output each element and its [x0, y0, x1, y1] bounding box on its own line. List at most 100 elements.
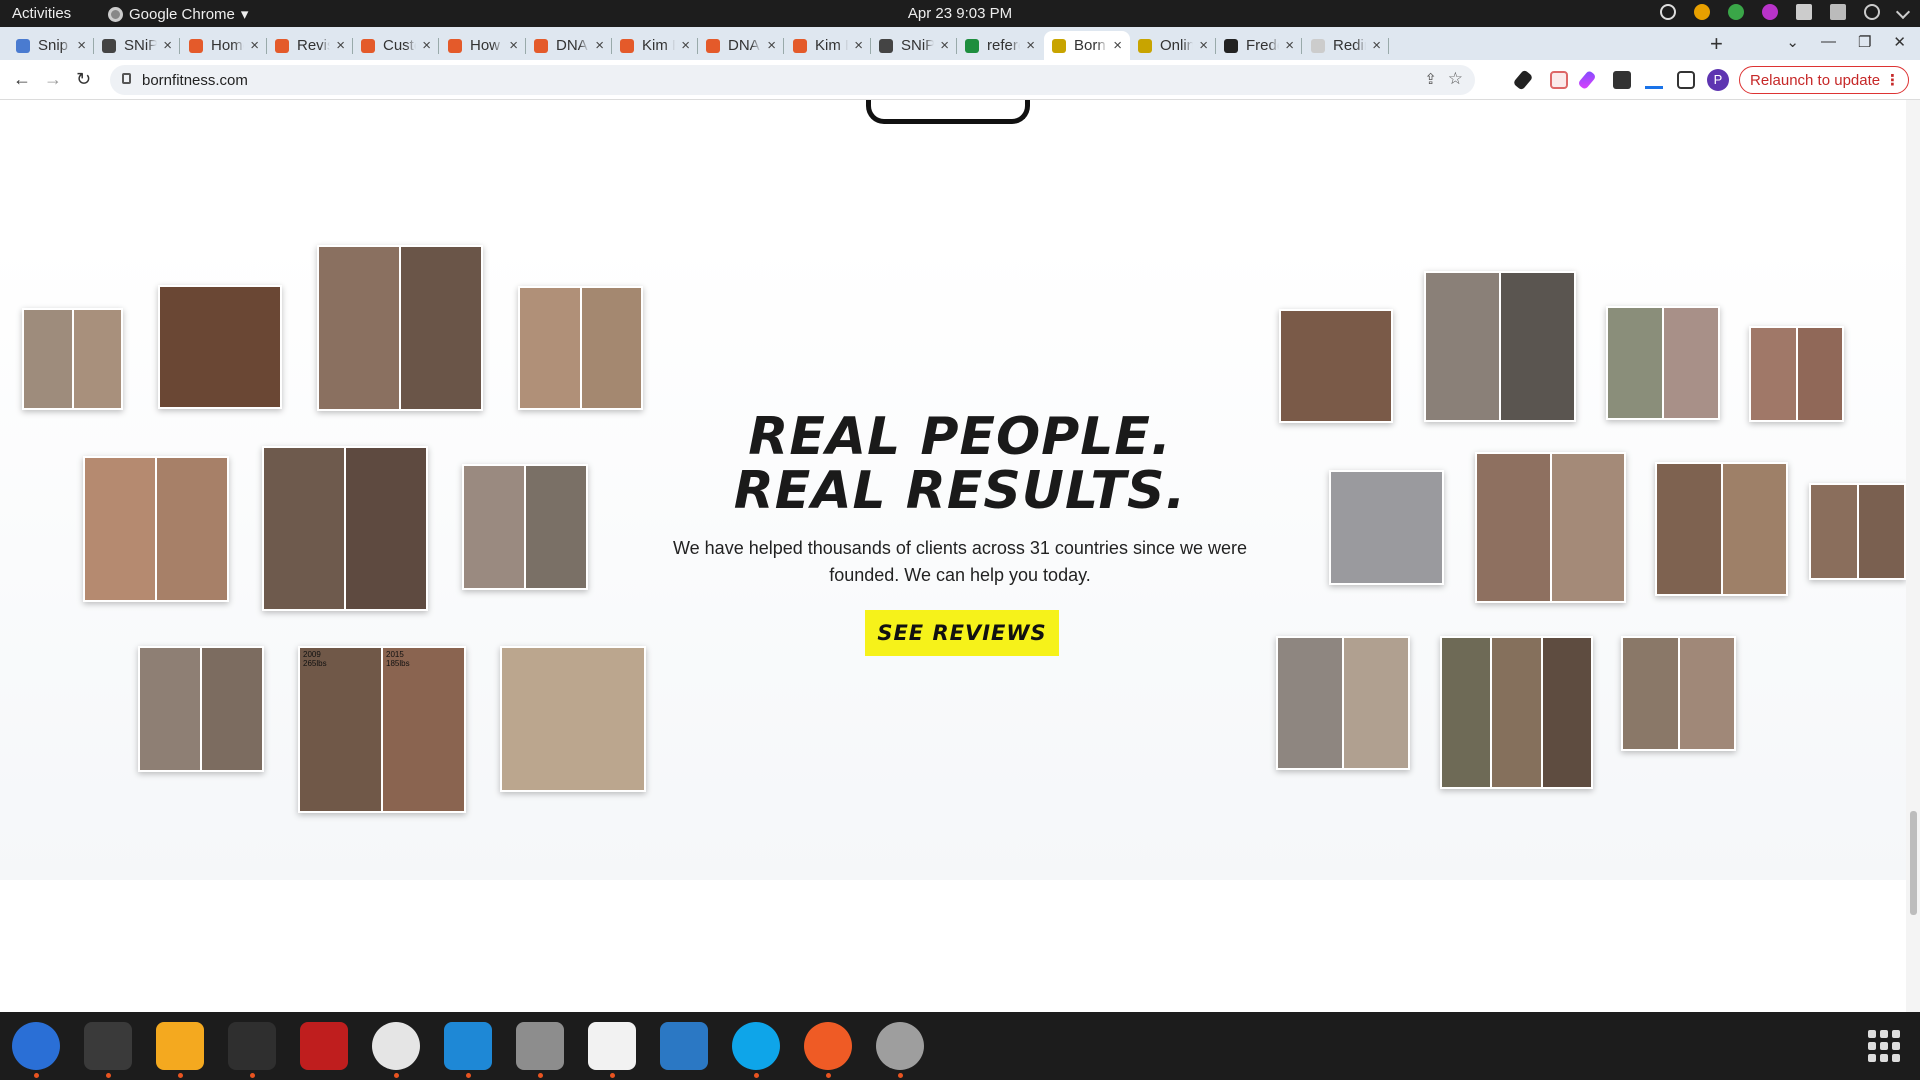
text-editor-icon[interactable]	[588, 1022, 636, 1078]
tab-favicon-icon	[620, 38, 634, 53]
browser-tab[interactable]: SNiP N ×	[94, 31, 180, 60]
browser-tab[interactable]: Revise ×	[267, 31, 353, 60]
disk-utility-icon[interactable]	[876, 1022, 924, 1078]
terminal-icon[interactable]	[84, 1022, 132, 1078]
tab-close-icon[interactable]: ×	[595, 37, 604, 54]
browser-tab[interactable]: refere ×	[957, 31, 1043, 60]
url-text[interactable]: bornfitness.com	[142, 72, 248, 89]
activities-button[interactable]: Activities	[12, 5, 71, 22]
minimize-button[interactable]: —	[1821, 33, 1836, 51]
browser-tab[interactable]: Snip D ×	[8, 31, 94, 60]
new-tab-button[interactable]: +	[1710, 31, 1723, 57]
skype-icon[interactable]	[732, 1022, 780, 1078]
tab-close-icon[interactable]: ×	[77, 37, 86, 54]
tab-favicon-icon	[793, 38, 807, 53]
files-icon[interactable]	[516, 1022, 564, 1078]
forward-button[interactable]: →	[44, 69, 62, 90]
system-monitor-icon[interactable]	[228, 1022, 276, 1078]
chevron-down-icon[interactable]	[1895, 4, 1911, 20]
puzzle-extensions-icon[interactable]	[1613, 71, 1631, 89]
results-description: We have helped thousands of clients acro…	[673, 538, 1247, 585]
photo-after-year: 2015	[386, 650, 404, 659]
postman-icon[interactable]	[804, 1022, 852, 1078]
show-applications-icon[interactable]	[1868, 1030, 1900, 1062]
browser-toolbar: ← → ↻ bornfitness.com ⇪ ☆ P Relaunch to …	[0, 60, 1920, 100]
web-page: 2009 265lbs 2015 185lbs REAL PEOPLE. REAL …	[0, 100, 1920, 1012]
address-bar[interactable]: bornfitness.com ⇪ ☆	[110, 65, 1475, 95]
lock-icon[interactable]	[122, 73, 131, 84]
headline-line-1: REAL PEOPLE.	[748, 407, 1172, 467]
see-reviews-button[interactable]: SEE REVIEWS	[865, 610, 1059, 656]
tab-close-icon[interactable]: ×	[854, 37, 863, 54]
tab-strip: Snip D×SNiP N×Home×Revise×Custo×How D×DN…	[0, 27, 1920, 60]
tab-close-icon[interactable]: ×	[250, 37, 259, 54]
side-panel-icon[interactable]	[1677, 71, 1695, 89]
tab-favicon-icon	[102, 38, 116, 53]
page-scrollbar[interactable]	[1906, 100, 1920, 1012]
browser-tab[interactable]: How D ×	[440, 31, 526, 60]
transformation-photo	[518, 286, 643, 410]
tab-close-icon[interactable]: ×	[422, 37, 431, 54]
tab-title: Born F	[1074, 37, 1107, 54]
browser-tab[interactable]: Home ×	[181, 31, 267, 60]
profile-avatar[interactable]: P	[1707, 69, 1729, 91]
calendar-extension-icon[interactable]	[1550, 71, 1568, 89]
tab-close-icon[interactable]: ×	[336, 37, 345, 54]
tab-close-icon[interactable]: ×	[1372, 37, 1381, 54]
browser-tab[interactable]: Frede ×	[1216, 31, 1302, 60]
tab-favicon-icon	[534, 38, 548, 53]
tab-favicon-icon	[448, 38, 462, 53]
volume-icon[interactable]	[1830, 4, 1846, 20]
pen-extension-icon[interactable]	[1577, 69, 1597, 91]
tray-app-icon[interactable]	[1660, 4, 1676, 20]
tab-close-icon[interactable]: ×	[163, 37, 172, 54]
libreoffice-writer-icon[interactable]	[660, 1022, 708, 1070]
system-top-bar: Activities Google Chrome ▾ Apr 23 9:03 P…	[0, 0, 1920, 27]
restore-button[interactable]: ❐	[1858, 33, 1871, 51]
browser-tab[interactable]: Born F ×	[1044, 31, 1130, 60]
browser-tab[interactable]: Kim Re ×	[785, 31, 871, 60]
tab-close-icon[interactable]: ×	[1026, 37, 1035, 54]
browser-tab[interactable]: DNA F ×	[698, 31, 784, 60]
thunderbird-icon[interactable]	[12, 1022, 60, 1078]
vscode-icon[interactable]	[444, 1022, 492, 1078]
tab-close-icon[interactable]: ×	[1285, 37, 1294, 54]
network-icon[interactable]	[1796, 4, 1812, 20]
photo-after-weight: 185lbs	[386, 659, 410, 668]
color-picker-tray-icon[interactable]	[1762, 4, 1778, 20]
app-menu[interactable]: Google Chrome ▾	[108, 5, 248, 23]
filezilla-icon[interactable]	[300, 1022, 348, 1070]
browser-tab[interactable]: DNA F ×	[526, 31, 612, 60]
browser-tab[interactable]: SNiP N ×	[871, 31, 957, 60]
chrome-tray-icon[interactable]	[1694, 4, 1710, 20]
tab-close-icon[interactable]: ×	[1113, 37, 1122, 54]
calculator-icon[interactable]	[156, 1022, 204, 1078]
download-icon[interactable]	[1645, 71, 1663, 89]
transformation-photo	[1424, 271, 1576, 422]
bookmark-star-icon[interactable]: ☆	[1448, 69, 1463, 89]
transformation-photo	[317, 245, 483, 411]
tab-close-icon[interactable]: ×	[940, 37, 949, 54]
chrome-icon[interactable]	[372, 1022, 420, 1078]
back-button[interactable]: ←	[13, 69, 31, 90]
browser-tab[interactable]: Redire ×	[1303, 31, 1389, 60]
tab-title: Custo	[383, 37, 416, 54]
system-tray[interactable]	[1660, 4, 1911, 20]
scrollbar-thumb[interactable]	[1910, 811, 1917, 915]
browser-tab[interactable]: Kim Re ×	[612, 31, 698, 60]
tab-search-icon[interactable]: ⌄	[1786, 33, 1799, 51]
tab-close-icon[interactable]: ×	[767, 37, 776, 54]
eyedropper-extension-icon[interactable]	[1512, 69, 1534, 91]
extension-tray-icon[interactable]	[1728, 4, 1744, 20]
share-icon[interactable]: ⇪	[1424, 70, 1437, 88]
tab-close-icon[interactable]: ×	[1199, 37, 1208, 54]
tab-close-icon[interactable]: ×	[681, 37, 690, 54]
browser-tab[interactable]: Custo ×	[353, 31, 439, 60]
power-icon[interactable]	[1864, 4, 1880, 20]
reload-button[interactable]: ↻	[76, 69, 91, 90]
relaunch-to-update-button[interactable]: Relaunch to update ⋮	[1739, 66, 1909, 94]
clock[interactable]: Apr 23 9:03 PM	[0, 5, 1920, 22]
window-close-button[interactable]: ✕	[1893, 33, 1906, 51]
tab-close-icon[interactable]: ×	[509, 37, 518, 54]
browser-tab[interactable]: Online ×	[1130, 31, 1216, 60]
